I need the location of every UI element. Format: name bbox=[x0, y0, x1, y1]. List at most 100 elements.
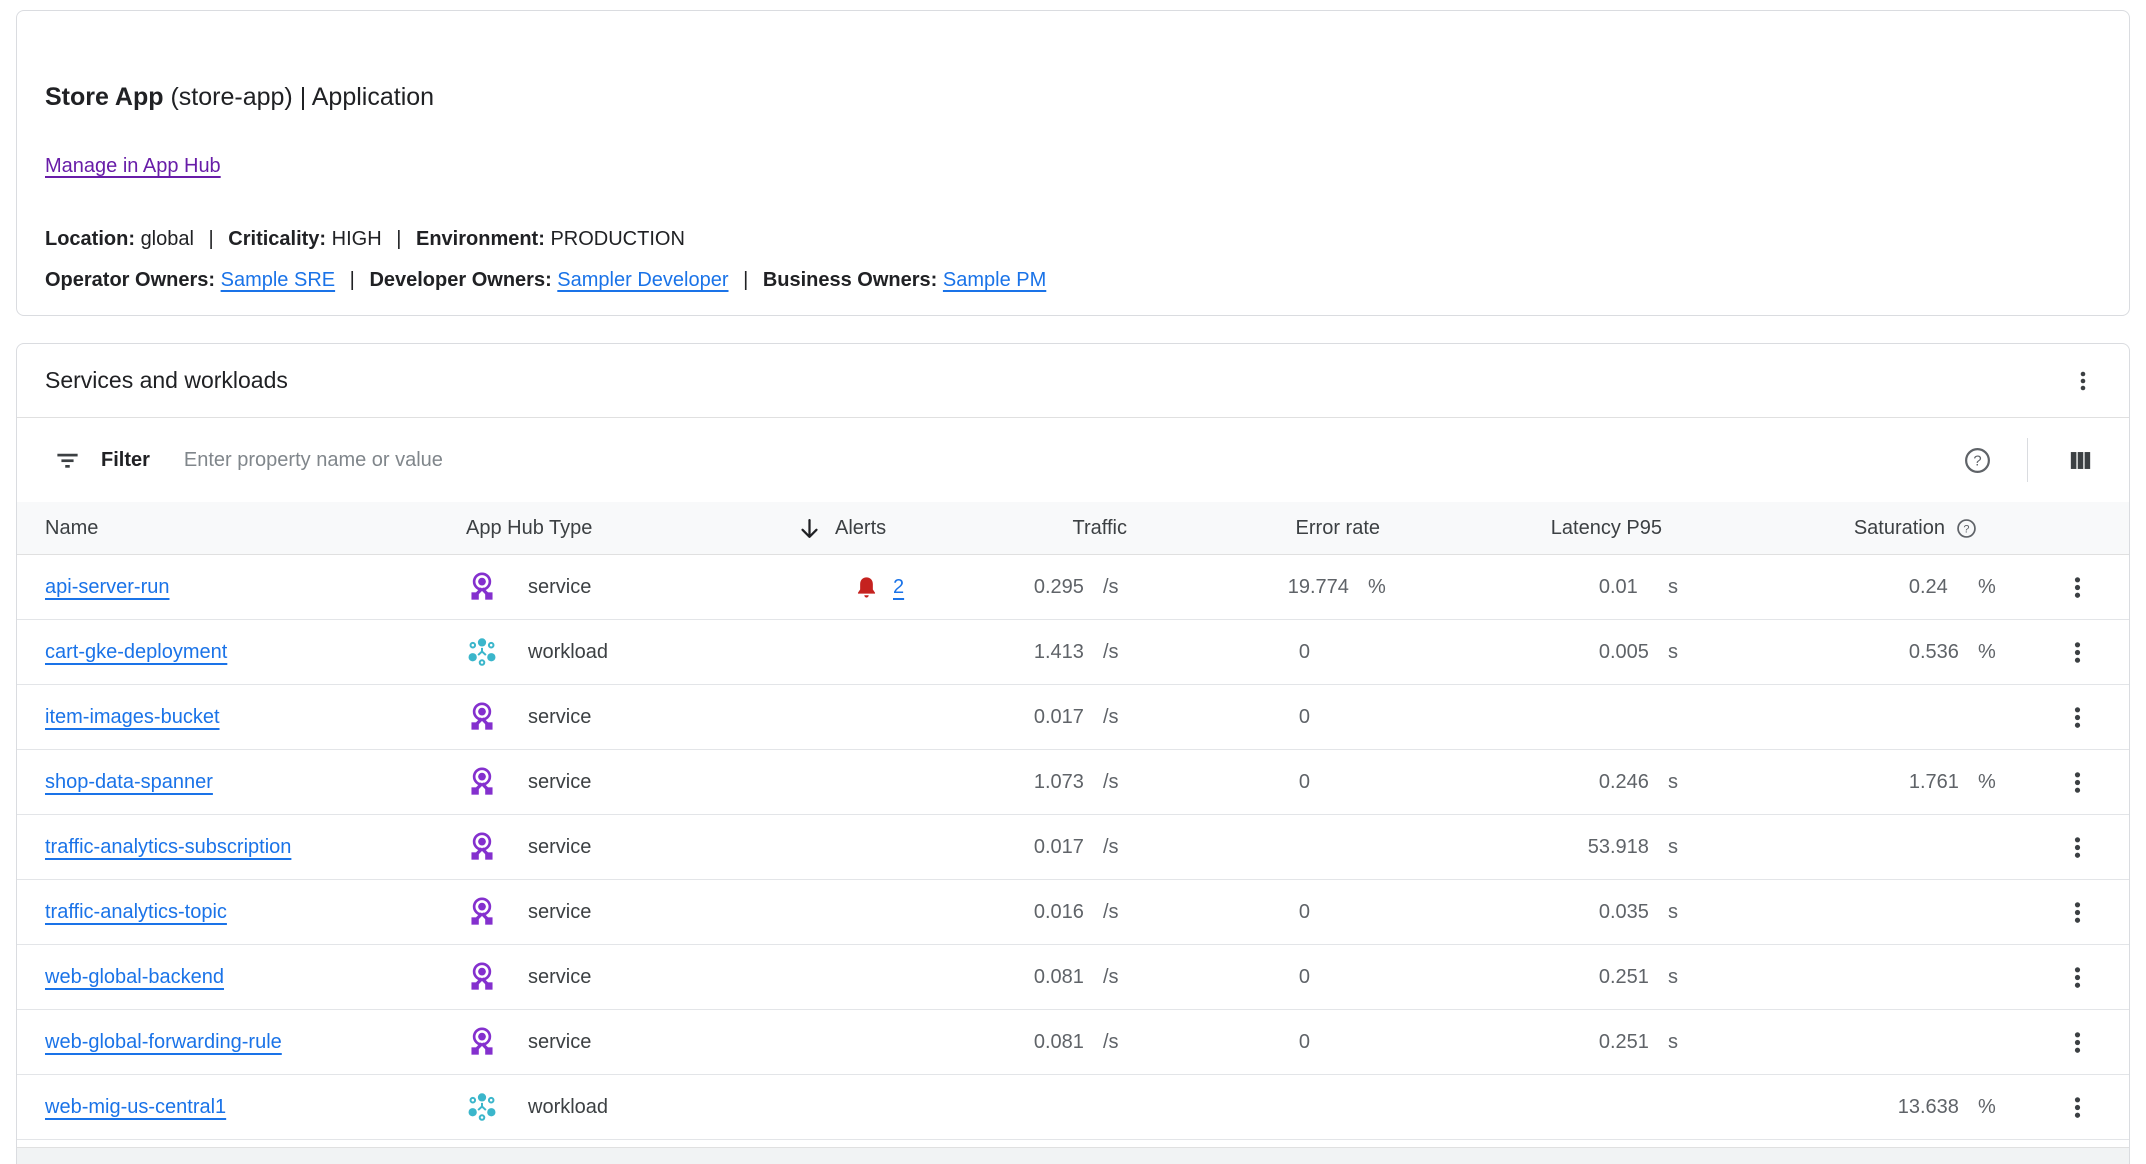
operator-owner-link[interactable]: Sample SRE bbox=[221, 269, 336, 291]
app-hub-type-label: workload bbox=[528, 641, 608, 664]
row-name-link[interactable]: item-images-bucket bbox=[45, 706, 220, 729]
row-name-link[interactable]: api-server-run bbox=[45, 576, 169, 599]
actions-cell bbox=[2012, 620, 2129, 684]
error-rate-cell bbox=[1137, 815, 1402, 879]
location-value: global bbox=[141, 228, 194, 250]
kebab-menu-icon bbox=[2065, 965, 2090, 990]
column-header-latency-p95[interactable]: Latency P95 bbox=[1402, 502, 1702, 554]
saturation-help-icon[interactable]: ? bbox=[1955, 517, 1978, 540]
row-actions-button[interactable] bbox=[2061, 1091, 2094, 1124]
row-name-link[interactable]: cart-gke-deployment bbox=[45, 641, 227, 664]
app-hub-type-cell: service bbox=[452, 685, 782, 749]
alerts-cell bbox=[782, 685, 947, 749]
saturation-cell: 0.24% bbox=[1702, 555, 2012, 619]
separator: | bbox=[743, 269, 748, 291]
app-hub-type-cell: service bbox=[452, 880, 782, 944]
row-name-link[interactable]: traffic-analytics-subscription bbox=[45, 836, 291, 859]
traffic-cell: 1.073/s bbox=[947, 750, 1137, 814]
service-icon bbox=[466, 571, 498, 603]
row-actions-button[interactable] bbox=[2061, 896, 2094, 929]
service-icon bbox=[466, 961, 498, 993]
panel-more-menu-button[interactable] bbox=[2067, 365, 2099, 397]
row-name-link[interactable]: shop-data-spanner bbox=[45, 771, 213, 794]
app-hub-type-cell: service bbox=[452, 815, 782, 879]
app-title-suffix: (store-app) | Application bbox=[164, 83, 435, 111]
name-cell: web-global-forwarding-rule bbox=[17, 1010, 452, 1074]
name-cell: web-global-backend bbox=[17, 945, 452, 1009]
table-row: web-global-forwarding-rule service 0.081… bbox=[17, 1010, 2129, 1075]
business-owner-link[interactable]: Sample PM bbox=[943, 269, 1046, 291]
operator-owners-label: Operator Owners: bbox=[45, 269, 215, 291]
app-owners-line: Operator Owners: Sample SRE | Developer … bbox=[45, 267, 2101, 293]
app-hub-type-cell: workload bbox=[452, 1075, 782, 1139]
row-name-link[interactable]: traffic-analytics-topic bbox=[45, 901, 227, 924]
saturation-cell: 13.638% bbox=[1702, 1075, 2012, 1139]
app-title-name: Store App bbox=[45, 83, 164, 111]
app-hub-type-cell: service bbox=[452, 555, 782, 619]
table-body: api-server-run service bbox=[17, 555, 2129, 1140]
filter-help-button[interactable]: ? bbox=[1958, 441, 1997, 480]
kebab-menu-icon bbox=[2065, 1030, 2090, 1055]
traffic-cell: 0.295/s bbox=[947, 555, 1137, 619]
app-header-card: Store App (store-app) | Application Mana… bbox=[16, 10, 2130, 316]
column-header-alerts[interactable]: Alerts bbox=[782, 502, 947, 554]
column-header-name[interactable]: Name bbox=[17, 502, 452, 554]
column-display-options-button[interactable] bbox=[2062, 442, 2099, 479]
column-header-app-hub-type[interactable]: App Hub Type bbox=[452, 502, 782, 554]
error-rate-cell: 0 bbox=[1137, 750, 1402, 814]
error-rate-cell: 0 bbox=[1137, 685, 1402, 749]
traffic-cell: 0.017/s bbox=[947, 815, 1137, 879]
traffic-cell bbox=[947, 1075, 1137, 1139]
row-name-link[interactable]: web-global-backend bbox=[45, 966, 224, 989]
service-icon bbox=[466, 701, 498, 733]
app-hub-type-label: service bbox=[528, 901, 591, 924]
environment-value: PRODUCTION bbox=[550, 228, 684, 250]
row-actions-button[interactable] bbox=[2061, 831, 2094, 864]
row-name-link[interactable]: web-mig-us-central1 bbox=[45, 1096, 226, 1119]
table-header-row: Name App Hub Type Alerts Traffic Error r… bbox=[17, 502, 2129, 555]
row-actions-button[interactable] bbox=[2061, 766, 2094, 799]
row-actions-button[interactable] bbox=[2061, 636, 2094, 669]
traffic-cell: 0.081/s bbox=[947, 1010, 1137, 1074]
separator: | bbox=[350, 269, 355, 291]
actions-cell bbox=[2012, 1075, 2129, 1139]
column-header-error-rate[interactable]: Error rate bbox=[1137, 502, 1402, 554]
row-actions-button[interactable] bbox=[2061, 701, 2094, 734]
kebab-menu-icon bbox=[2065, 1095, 2090, 1120]
service-icon bbox=[466, 766, 498, 798]
actions-cell bbox=[2012, 1010, 2129, 1074]
column-header-saturation[interactable]: Saturation ? bbox=[1702, 502, 2012, 554]
filter-input[interactable] bbox=[184, 449, 1958, 472]
environment-label: Environment: bbox=[416, 228, 545, 250]
actions-cell bbox=[2012, 685, 2129, 749]
services-workloads-card: Services and workloads Filter ? bbox=[16, 343, 2130, 1164]
row-actions-button[interactable] bbox=[2061, 571, 2094, 604]
column-header-error-rate-label: Error rate bbox=[1296, 517, 1380, 540]
kebab-menu-icon bbox=[2065, 575, 2090, 600]
app-hub-type-label: service bbox=[528, 836, 591, 859]
traffic-cell: 1.413/s bbox=[947, 620, 1137, 684]
row-name-link[interactable]: web-global-forwarding-rule bbox=[45, 1031, 282, 1054]
service-icon bbox=[466, 896, 498, 928]
column-header-name-label: Name bbox=[45, 517, 98, 540]
app-hub-type-cell: service bbox=[452, 750, 782, 814]
saturation-cell bbox=[1702, 880, 2012, 944]
name-cell: cart-gke-deployment bbox=[17, 620, 452, 684]
traffic-cell: 0.016/s bbox=[947, 880, 1137, 944]
saturation-cell bbox=[1702, 945, 2012, 1009]
column-header-actions bbox=[2012, 502, 2129, 554]
manage-in-app-hub-link[interactable]: Manage in App Hub bbox=[45, 155, 221, 178]
column-header-traffic-label: Traffic bbox=[1073, 517, 1127, 540]
error-rate-cell: 0 bbox=[1137, 620, 1402, 684]
developer-owner-link[interactable]: Sampler Developer bbox=[557, 269, 728, 291]
latency-p95-cell: 53.918s bbox=[1402, 815, 1702, 879]
error-rate-cell: 0 bbox=[1137, 945, 1402, 1009]
columns-icon bbox=[2066, 446, 2095, 475]
panel-header: Services and workloads bbox=[17, 344, 2129, 418]
sort-descending-icon bbox=[796, 515, 823, 542]
column-header-traffic[interactable]: Traffic bbox=[947, 502, 1137, 554]
row-actions-button[interactable] bbox=[2061, 1026, 2094, 1059]
latency-p95-cell: 0.251s bbox=[1402, 1010, 1702, 1074]
alert-count-link[interactable]: 2 bbox=[893, 576, 904, 599]
row-actions-button[interactable] bbox=[2061, 961, 2094, 994]
